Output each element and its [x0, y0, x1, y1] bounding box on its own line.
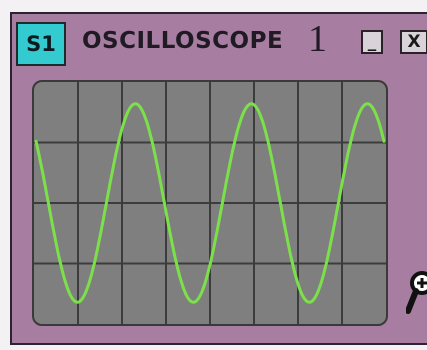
- signal-badge[interactable]: S1: [16, 22, 66, 66]
- oscilloscope-window: S1 OSCILLOSCOPE 1 _ X: [10, 12, 427, 345]
- oscilloscope-screen: [32, 80, 388, 326]
- minimize-button[interactable]: _: [361, 30, 383, 54]
- close-button[interactable]: X: [400, 30, 427, 54]
- title-bar[interactable]: S1 OSCILLOSCOPE 1 _ X: [12, 14, 427, 72]
- channel-number: 1: [308, 18, 327, 60]
- zoom-in-icon[interactable]: [405, 269, 427, 319]
- window-title: OSCILLOSCOPE: [82, 28, 284, 54]
- waveform-display: [34, 82, 386, 324]
